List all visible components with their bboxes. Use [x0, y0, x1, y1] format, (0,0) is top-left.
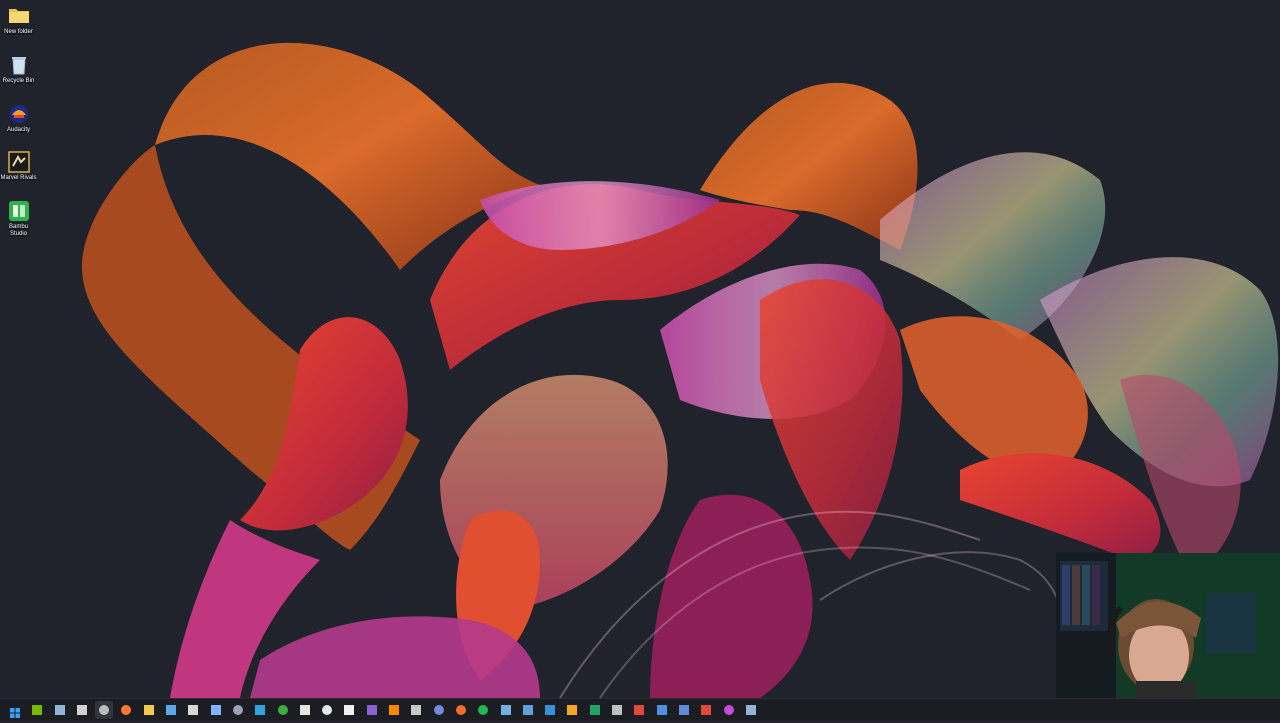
warning-icon — [567, 704, 578, 715]
spotify-icon — [478, 704, 489, 715]
desktop-icon-label: New folder — [4, 29, 33, 35]
recycle-bin-icon — [8, 54, 30, 76]
steam-icon — [54, 704, 65, 715]
taskbar-button-calendar[interactable] — [184, 701, 202, 719]
taskbar-button-monitor[interactable] — [162, 701, 180, 719]
taskbar-button-github[interactable] — [318, 701, 336, 719]
taskbar-button-start[interactable] — [6, 701, 24, 719]
desktop-icon-label: Audacity — [6, 127, 30, 133]
taskbar-button-app-update[interactable] — [697, 701, 715, 719]
taskbar-button-nvidia[interactable] — [28, 701, 46, 719]
brave-icon — [723, 704, 734, 715]
taskbar-button-spreadsheet[interactable] — [586, 701, 604, 719]
taskbar-button-search-app[interactable] — [653, 701, 671, 719]
file-explorer-icon — [143, 704, 154, 715]
maps-icon — [545, 704, 556, 715]
taskbar-button-blender[interactable] — [675, 701, 693, 719]
capcut-icon — [299, 704, 310, 715]
desktop-icon-new-folder[interactable]: New folder — [0, 5, 37, 36]
taskbar-button-file-explorer[interactable] — [140, 701, 158, 719]
taskbar-button-unity[interactable] — [340, 701, 358, 719]
discord-icon — [433, 704, 444, 715]
xbox-icon — [277, 704, 288, 715]
notes-icon — [255, 704, 266, 715]
taskbar-button-origin[interactable] — [452, 701, 470, 719]
taskbar-button-steam[interactable] — [51, 701, 69, 719]
taskbar-button-mail[interactable] — [497, 701, 515, 719]
taskbar-button-video-editor[interactable] — [363, 701, 381, 719]
marvel-rivals-icon — [7, 151, 30, 173]
github-icon — [322, 704, 333, 715]
settings-icon — [232, 704, 243, 715]
desktop-icon-audacity[interactable]: Audacity — [0, 103, 37, 134]
taskbar-button-discord[interactable] — [430, 701, 448, 719]
webcam-overlay — [1056, 553, 1280, 698]
palette-icon — [210, 704, 221, 715]
monitor-icon — [166, 704, 177, 715]
taskbar-button-command-prompt[interactable] — [608, 701, 626, 719]
taskbar-button-spotify[interactable] — [474, 701, 492, 719]
blender-icon — [678, 704, 689, 715]
origin-icon — [455, 704, 466, 715]
desktop-icon-recycle-bin[interactable]: Recycle Bin — [0, 54, 37, 85]
desktop-icon-label: Recycle Bin — [2, 78, 35, 84]
steam-icon-2 — [745, 704, 756, 715]
folder-icon — [8, 5, 30, 27]
taskbar-button-brave[interactable] — [720, 701, 738, 719]
taskbar-button-app-update[interactable] — [630, 701, 648, 719]
desktop-icon-marvel-rivals[interactable]: Marvel Rivals — [0, 151, 37, 182]
taskbar-button-xbox[interactable] — [274, 701, 292, 719]
command-prompt-icon — [612, 704, 623, 715]
vlc-icon — [389, 704, 400, 715]
search-app-icon — [656, 704, 667, 715]
taskbar-button-obs[interactable] — [95, 700, 114, 719]
taskbar-button-steam[interactable] — [742, 701, 760, 719]
calendar-icon — [188, 704, 199, 715]
desktop-icon-label: Bambu Studio — [8, 224, 28, 237]
desktop-icon-bambu-studio[interactable]: Bambu Studio — [0, 200, 37, 238]
taskbar-button-clipboard[interactable] — [407, 701, 425, 719]
clipboard-icon — [411, 704, 422, 715]
network-icon — [522, 704, 533, 715]
taskbar-button-palette[interactable] — [207, 701, 225, 719]
desktop-icon-label: Marvel Rivals — [0, 175, 37, 181]
obs-icon — [99, 704, 110, 715]
taskbar-button-vlc[interactable] — [385, 701, 403, 719]
mail-icon — [500, 704, 511, 715]
taskbar-button-network[interactable] — [519, 701, 537, 719]
taskbar-button-settings[interactable] — [229, 701, 247, 719]
taskbar-button-notes[interactable] — [251, 701, 269, 719]
video-editor-icon — [366, 704, 377, 715]
app-update-icon-2 — [701, 704, 712, 715]
taskbar — [0, 698, 1280, 720]
taskbar-button-firefox[interactable] — [117, 701, 135, 719]
audacity-icon — [8, 103, 30, 125]
taskbar-button-capcut[interactable] — [296, 701, 314, 719]
unity-icon — [344, 704, 355, 715]
taskbar-button-terminal[interactable] — [73, 701, 91, 719]
app-update-icon — [634, 704, 645, 715]
start-icon — [10, 705, 20, 718]
nvidia-icon — [32, 704, 43, 715]
terminal-icon — [76, 704, 87, 715]
firefox-icon — [121, 704, 132, 715]
taskbar-button-maps[interactable] — [541, 701, 559, 719]
spreadsheet-icon — [589, 704, 600, 715]
bambu-studio-icon — [8, 200, 30, 222]
taskbar-button-warning[interactable] — [563, 701, 581, 719]
